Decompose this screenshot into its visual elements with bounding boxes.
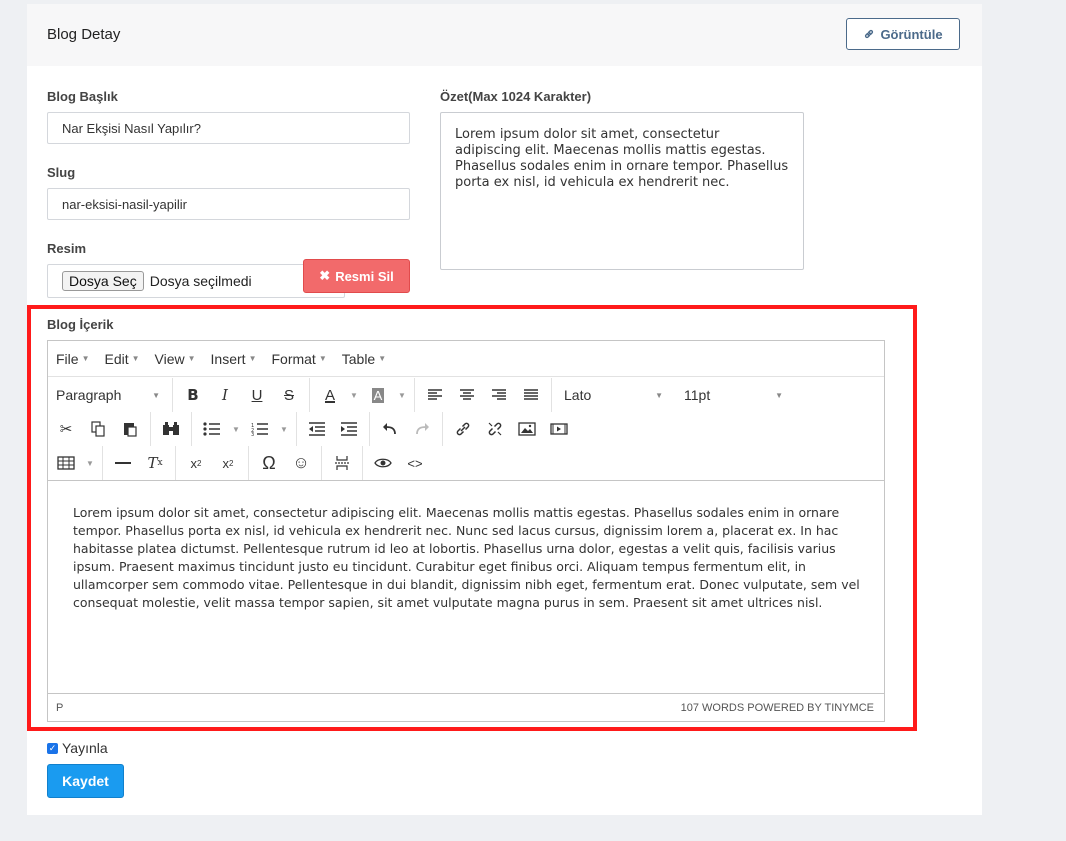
card-header: Blog Detay Görüntüle (27, 4, 982, 66)
save-button[interactable]: Kaydet (47, 764, 124, 798)
highlight-box (27, 305, 917, 731)
view-button-label: Görüntüle (880, 26, 943, 42)
publish-checkbox[interactable]: ✓ (47, 742, 58, 754)
delete-image-label: Resmi Sil (335, 268, 394, 284)
summary-label: Özet(Max 1024 Karakter) (440, 89, 592, 104)
publish-checkbox-row[interactable]: ✓ Yayınla (47, 740, 108, 756)
choose-file-button[interactable]: Dosya Seç (62, 271, 144, 291)
summary-textarea[interactable]: Lorem ipsum dolor sit amet, consectetur … (440, 112, 804, 270)
title-label: Blog Başlık (47, 89, 118, 104)
page-title: Blog Detay (47, 26, 121, 43)
slug-input[interactable] (47, 188, 410, 220)
view-button[interactable]: Görüntüle (846, 18, 960, 50)
link-icon (863, 28, 875, 40)
file-status: Dosya seçilmedi (149, 273, 252, 289)
title-input[interactable] (47, 112, 410, 144)
image-file-input[interactable]: Dosya Seç Dosya seçilmedi (47, 264, 345, 298)
slug-label: Slug (47, 165, 76, 180)
close-icon: ✖ (319, 268, 331, 283)
image-label: Resim (47, 241, 87, 256)
publish-label: Yayınla (62, 740, 108, 756)
delete-image-button[interactable]: ✖ Resmi Sil (303, 259, 410, 293)
